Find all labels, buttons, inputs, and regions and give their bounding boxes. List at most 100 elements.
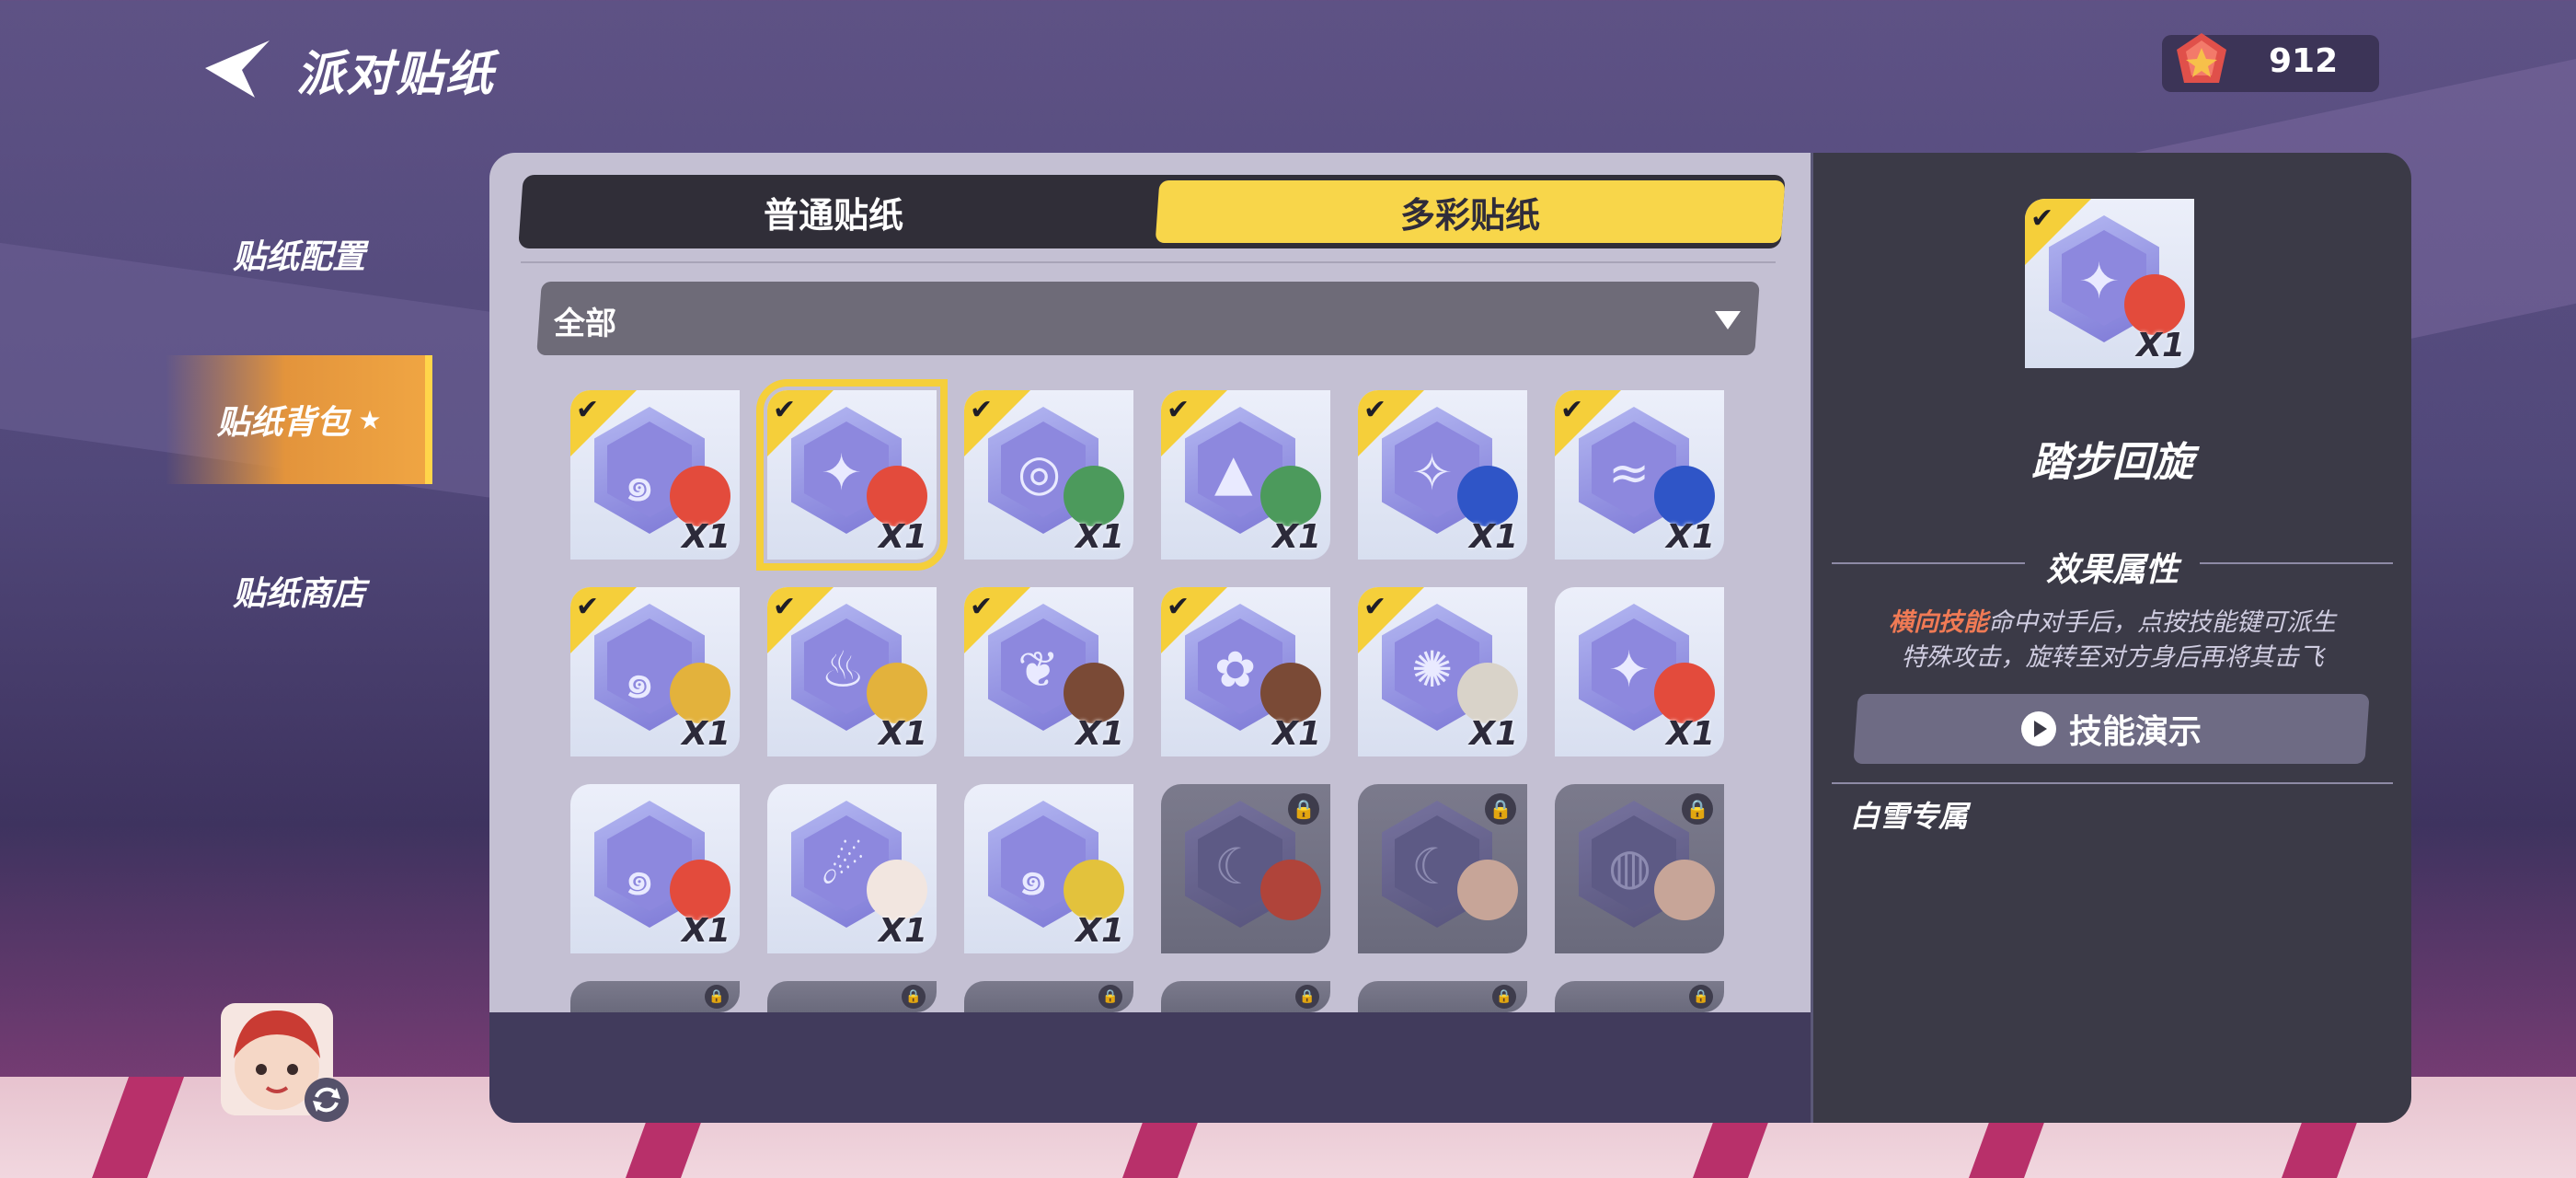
swirl-icon: ๑	[624, 849, 656, 907]
check-icon: ✔	[576, 394, 600, 426]
lock-icon: 🔒	[1492, 985, 1516, 1009]
sticker-cell[interactable]: ๑ X1 ✔	[570, 390, 740, 560]
page-title: 派对贴纸	[296, 47, 496, 102]
check-icon: ✔	[773, 591, 797, 623]
nav-label: 贴纸商店	[232, 575, 365, 613]
filter-dropdown[interactable]	[536, 282, 1760, 355]
lock-icon: 🔒	[705, 985, 729, 1009]
divider	[1832, 782, 2393, 784]
sticker-name: 踏步回旋	[2031, 439, 2193, 486]
character-face-icon	[1654, 860, 1715, 920]
sticker-cell[interactable]: 🔒	[1358, 981, 1527, 1012]
swirl-icon: ๑	[1018, 849, 1050, 907]
sticker-quantity: X1	[1075, 518, 1124, 556]
sticker-quantity: X1	[1666, 715, 1715, 753]
sticker-quantity: X1	[682, 518, 730, 556]
sticker-cell[interactable]: ๑ X1 ✔	[570, 587, 740, 756]
sticker-cell[interactable]: ✦ X1 ✔	[756, 379, 948, 571]
check-icon: ✔	[2030, 202, 2054, 235]
moon-icon: ☾	[1411, 837, 1456, 895]
detail-sticker-preview: ✦ X1 ✔	[2025, 199, 2194, 368]
divider	[521, 261, 1776, 263]
check-icon: ✔	[1363, 394, 1387, 426]
nav-sticker-bag[interactable]: 贴纸背包 ★	[166, 355, 432, 484]
character-face-icon	[1260, 860, 1321, 920]
sticker-cell[interactable]: ๑ X1	[570, 784, 740, 953]
sticker-cell[interactable]: ▲ X1 ✔	[1161, 390, 1330, 560]
desc-line2: 特殊攻击，旋转至对方身后再将其击飞	[1901, 643, 2324, 672]
panel-footer	[489, 1012, 1811, 1123]
lock-icon: 🔒	[902, 985, 926, 1009]
lock-icon: 🔒	[1682, 793, 1713, 825]
check-icon: ✔	[1363, 591, 1387, 623]
sticker-cell[interactable]: 🔒	[570, 981, 740, 1012]
sticker-cell[interactable]: ♨ X1 ✔	[767, 587, 937, 756]
back-button[interactable]	[198, 37, 271, 101]
sticker-cell[interactable]: 🔒	[1555, 981, 1724, 1012]
sticker-cell[interactable]: ☄ X1	[767, 784, 937, 953]
sticker-cell[interactable]: ❦ X1 ✔	[964, 587, 1133, 756]
sticker-quantity: X1	[682, 715, 730, 753]
currency-value: 912	[2269, 42, 2339, 80]
lock-icon: 🔒	[1689, 985, 1713, 1009]
check-icon: ✔	[1167, 591, 1190, 623]
sticker-cell[interactable]: 🔒	[1161, 981, 1330, 1012]
back-arrow-icon	[205, 40, 270, 98]
sticker-quantity: X1	[682, 912, 730, 950]
desc-line1: 命中对手后，点按技能键可派生	[1988, 608, 2336, 637]
sticker-cell[interactable]: ☾ 🔒	[1358, 784, 1527, 953]
tab-colorful-stickers[interactable]: 多彩贴纸	[1155, 180, 1786, 243]
character-face-icon	[1457, 860, 1518, 920]
swap-avatar-icon[interactable]	[302, 1075, 351, 1125]
sticker-quantity: X1	[1272, 518, 1321, 556]
lock-icon: 🔒	[1288, 793, 1319, 825]
play-icon	[2020, 711, 2056, 746]
sticker-quantity: X1	[1075, 912, 1124, 950]
chevron-down-icon[interactable]	[1715, 311, 1741, 329]
effect-description: 横向技能命中对手后，点按技能键可派生 特殊攻击，旋转至对方身后再将其击飞	[1813, 606, 2411, 676]
gem-icon	[2173, 31, 2230, 88]
nav-label: 贴纸背包	[216, 404, 350, 442]
sticker-quantity: X1	[1075, 715, 1124, 753]
lock-icon: 🔒	[1485, 793, 1516, 825]
nav-sticker-shop[interactable]: 贴纸商店	[166, 526, 432, 655]
check-icon: ✔	[970, 591, 994, 623]
sticker-cell[interactable]: ◎ X1 ✔	[964, 390, 1133, 560]
check-icon: ✔	[1560, 394, 1584, 426]
tab-normal-stickers[interactable]: 普通贴纸	[518, 175, 1149, 248]
sticker-cell[interactable]: ◍ 🔒	[1555, 784, 1724, 953]
sticker-cell[interactable]: 🔒	[767, 981, 937, 1012]
check-icon: ✔	[773, 394, 797, 426]
filter-value: 全部	[554, 306, 616, 342]
skill-keyword: 横向技能	[1889, 608, 1988, 637]
comet-icon: ☄	[821, 837, 866, 895]
sticker-cell[interactable]: ✺ X1 ✔	[1358, 587, 1527, 756]
sticker-quantity: X1	[879, 518, 927, 556]
orbit-icon: ◍	[1608, 837, 1652, 895]
sticker-quantity: X1	[1469, 715, 1518, 753]
sticker-quantity: X1	[1272, 715, 1321, 753]
sticker-panel: 普通贴纸 多彩贴纸 全部 ๑ X1 ✔ ✦ X1 ✔ ◎ X1 ✔ ▲ X1 ✔ ✧ X1 ✔ ≈ X1 ✔ ๑ X1…	[489, 153, 1811, 1123]
star-icon: ★	[358, 404, 382, 435]
sticker-quantity: X1	[1666, 518, 1715, 556]
skill-demo-button[interactable]: 技能演示	[1853, 694, 2370, 764]
sticker-cell[interactable]: ☾ 🔒	[1161, 784, 1330, 953]
effect-section-title: 效果属性	[2045, 551, 2179, 589]
sticker-cell[interactable]: ✿ X1 ✔	[1161, 587, 1330, 756]
sticker-quantity: X1	[1469, 518, 1518, 556]
sticker-cell[interactable]: ✧ X1 ✔	[1358, 390, 1527, 560]
sticker-cell[interactable]: ๑ X1	[964, 784, 1133, 953]
sticker-cell[interactable]: ≈ X1 ✔	[1555, 390, 1724, 560]
sticker-cell[interactable]: ✦ X1	[1555, 587, 1724, 756]
star-icon: ✦	[1608, 641, 1650, 699]
floor-stripe	[91, 1077, 185, 1178]
nav-sticker-config[interactable]: 贴纸配置	[166, 190, 432, 318]
sticker-quantity: X1	[879, 912, 927, 950]
skill-demo-label: 技能演示	[2068, 713, 2202, 751]
lock-icon: 🔒	[1295, 985, 1319, 1009]
check-icon: ✔	[970, 394, 994, 426]
check-icon: ✔	[576, 591, 600, 623]
moon-icon: ☾	[1214, 837, 1259, 895]
nav-label: 贴纸配置	[232, 238, 365, 276]
sticker-cell[interactable]: 🔒	[964, 981, 1133, 1012]
